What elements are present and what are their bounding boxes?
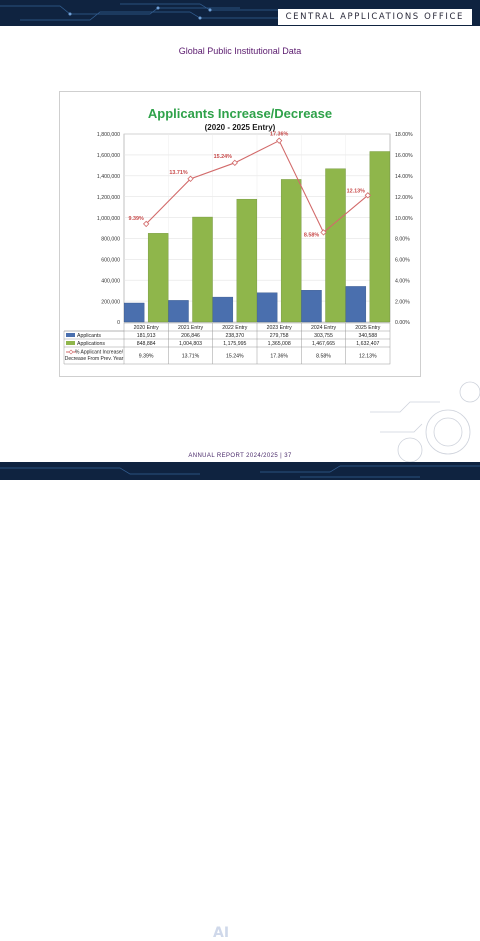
bar-applicants [212,296,234,323]
legend-swatch-applicants [66,333,75,337]
table-cell-applicants: 206,846 [181,333,200,339]
table-cell-applicants: 279,758 [270,333,289,339]
category-label: 2025 Entry [355,325,380,331]
y-left-tick-label: 1,600,000 [97,153,120,159]
category-label: 2020 Entry [134,325,159,331]
bar-applications [236,198,258,323]
bar-applications [369,151,391,323]
category-label: 2021 Entry [178,325,203,331]
percent-data-label: 13.71% [169,170,187,176]
table-cell-applicants: 181,913 [137,333,156,339]
y-right-tick-label: 12.00% [395,195,413,201]
percent-data-label: 12.13% [347,188,365,194]
chart: Applicants Increase/Decrease (2020 - 202… [63,106,413,365]
bar-applicants [301,290,322,323]
table-cell-applications: 1,467,665 [312,341,335,347]
y-right-tick-label: 18.00% [395,132,413,138]
footer-circuit [0,465,480,478]
y-left-tick-label: 1,200,000 [97,195,120,201]
ai-mark: AI [213,925,230,941]
y-right-tick-label: 0.00% [395,320,410,326]
y-right-tick-label: 16.00% [395,153,413,159]
y-right-tick-label: 6.00% [395,258,410,264]
office-name: CENTRAL APPLICATIONS OFFICE [277,9,472,25]
bar-applications [147,233,169,323]
percent-data-label: 15.24% [214,154,232,160]
y-left-tick-label: 600,000 [101,258,120,264]
table-cell-applicants: 340,588 [358,333,377,339]
y-left-tick-label: 800,000 [101,237,120,243]
percent-data-label: 8.58% [304,232,319,238]
footer-band: AI [0,462,480,941]
legend-swatch-applications [66,341,75,345]
y-right-tick-label: 4.00% [395,278,410,284]
bar-applications [280,179,302,323]
y-right-tick-label: 10.00% [395,216,413,222]
legend-label-applications: Applications [77,341,105,347]
percent-data-label: 9.39% [129,216,144,222]
table-cell-percent: 9.39% [139,354,154,360]
chart-frame: Applicants Increase/Decrease (2020 - 202… [59,91,421,377]
y-left-tick-label: 0 [117,320,120,326]
legend-label-percent-line2: Decrease From Prev. Year [65,356,124,362]
chart-subtitle: (2020 - 2025 Entry) [205,123,276,132]
y-right-tick-label: 2.00% [395,299,410,305]
y-left-tick-label: 400,000 [101,278,120,284]
category-label: 2022 Entry [222,325,247,331]
table-cell-percent: 17.36% [270,354,288,360]
table-cell-percent: 8.58% [316,354,331,360]
table-cell-applications: 1,365,008 [268,341,291,347]
y-axis-right: 0.00% 2.00% 4.00% 6.00% 8.00% 10.00% 12.00% 14.… [395,132,413,326]
category-label: 2024 Entry [311,325,336,331]
legend-label-applicants: Applicants [77,333,101,339]
table-cell-applications: 848,884 [137,341,156,347]
data-table: 2020 Entry 2021 Entry 2022 Entry 2023 Entry… [63,322,391,365]
table-cell-percent: 12.13% [359,354,377,360]
page-heading: Global Public Institutional Data [178,46,302,56]
table-cell-percent: 13.71% [182,354,200,360]
top-banner: CENTRAL APPLICATIONS OFFICE [0,0,480,26]
percent-data-label: 17.36% [270,132,288,138]
table-cell-applications: 1,004,803 [179,341,202,347]
y-left-tick-label: 1,400,000 [97,174,120,180]
table-cell-applicants: 238,370 [225,333,244,339]
y-right-tick-label: 14.00% [395,174,413,180]
bar-applications [325,168,346,323]
y-axis-left: 0 200,000 400,000 600,000 800,000 1,000,000 1,… [97,132,120,326]
chart-title: Applicants Increase/Decrease [148,106,332,121]
table-cell-percent: 15.24% [226,354,244,360]
y-right-tick-label: 8.00% [395,237,410,243]
table-cell-applications: 1,175,995 [223,341,246,347]
table-cell-applicants: 303,755 [314,333,333,339]
bar-applicants [345,286,367,323]
bar-applications [192,216,213,323]
y-left-tick-label: 1,800,000 [97,132,120,138]
legend-marker-percent [68,349,74,355]
legend-label-percent-line1: % Applicant Increase/ [75,350,124,356]
bar-applicants [256,292,278,323]
table-cell-applications: 1,632,407 [356,341,379,347]
gear-decoration [370,381,480,463]
footer-text: ANNUAL REPORT 2024/2025 | 37 [188,453,292,459]
y-left-tick-label: 1,000,000 [97,216,120,222]
bar-applicants [123,302,145,323]
bar-applicants [168,300,189,323]
category-label: 2023 Entry [267,325,292,331]
y-left-tick-label: 200,000 [101,299,120,305]
